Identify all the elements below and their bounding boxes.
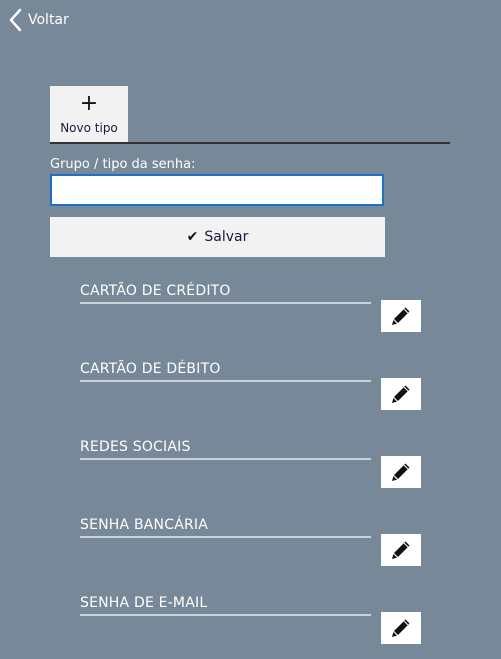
edit-button[interactable] (381, 456, 421, 488)
category-title: REDES SOCIAIS (80, 439, 191, 455)
category-item: SENHA BANCÁRIA (80, 517, 422, 581)
type-input[interactable] (50, 174, 384, 206)
category-title: SENHA DE E-MAIL (80, 595, 208, 611)
new-type-button[interactable]: + Novo tipo (50, 86, 128, 142)
category-item: REDES SOCIAIS (80, 439, 422, 503)
check-icon: ✔ (186, 229, 199, 245)
pencil-icon (391, 306, 411, 326)
pencil-icon (391, 384, 411, 404)
category-title: SENHA BANCÁRIA (80, 517, 209, 533)
edit-button[interactable] (381, 300, 421, 332)
save-label: Salvar (204, 229, 249, 245)
category-underline (80, 536, 371, 538)
category-underline (80, 458, 371, 460)
category-underline (80, 302, 371, 304)
category-item: SENHA DE E-MAIL (80, 595, 422, 659)
edit-button[interactable] (381, 378, 421, 410)
plus-icon: + (79, 91, 99, 116)
toolbar-divider (50, 142, 450, 144)
category-underline (80, 614, 371, 616)
type-field-label: Grupo / tipo da senha: (50, 157, 196, 172)
pencil-icon (391, 462, 411, 482)
category-item: CARTÃO DE DÉBITO (80, 361, 422, 425)
pencil-icon (391, 540, 411, 560)
chevron-left-icon (8, 8, 22, 32)
edit-button[interactable] (381, 534, 421, 566)
edit-button[interactable] (381, 612, 421, 644)
category-item: CARTÃO DE CRÉDITO (80, 283, 422, 347)
save-button[interactable]: ✔ Salvar (50, 217, 385, 257)
category-title: CARTÃO DE CRÉDITO (80, 283, 231, 299)
pencil-icon (391, 618, 411, 638)
new-type-label: Novo tipo (60, 121, 118, 135)
back-button[interactable]: Voltar (8, 8, 69, 32)
category-underline (80, 380, 371, 382)
back-label: Voltar (28, 12, 69, 28)
category-title: CARTÃO DE DÉBITO (80, 361, 221, 377)
